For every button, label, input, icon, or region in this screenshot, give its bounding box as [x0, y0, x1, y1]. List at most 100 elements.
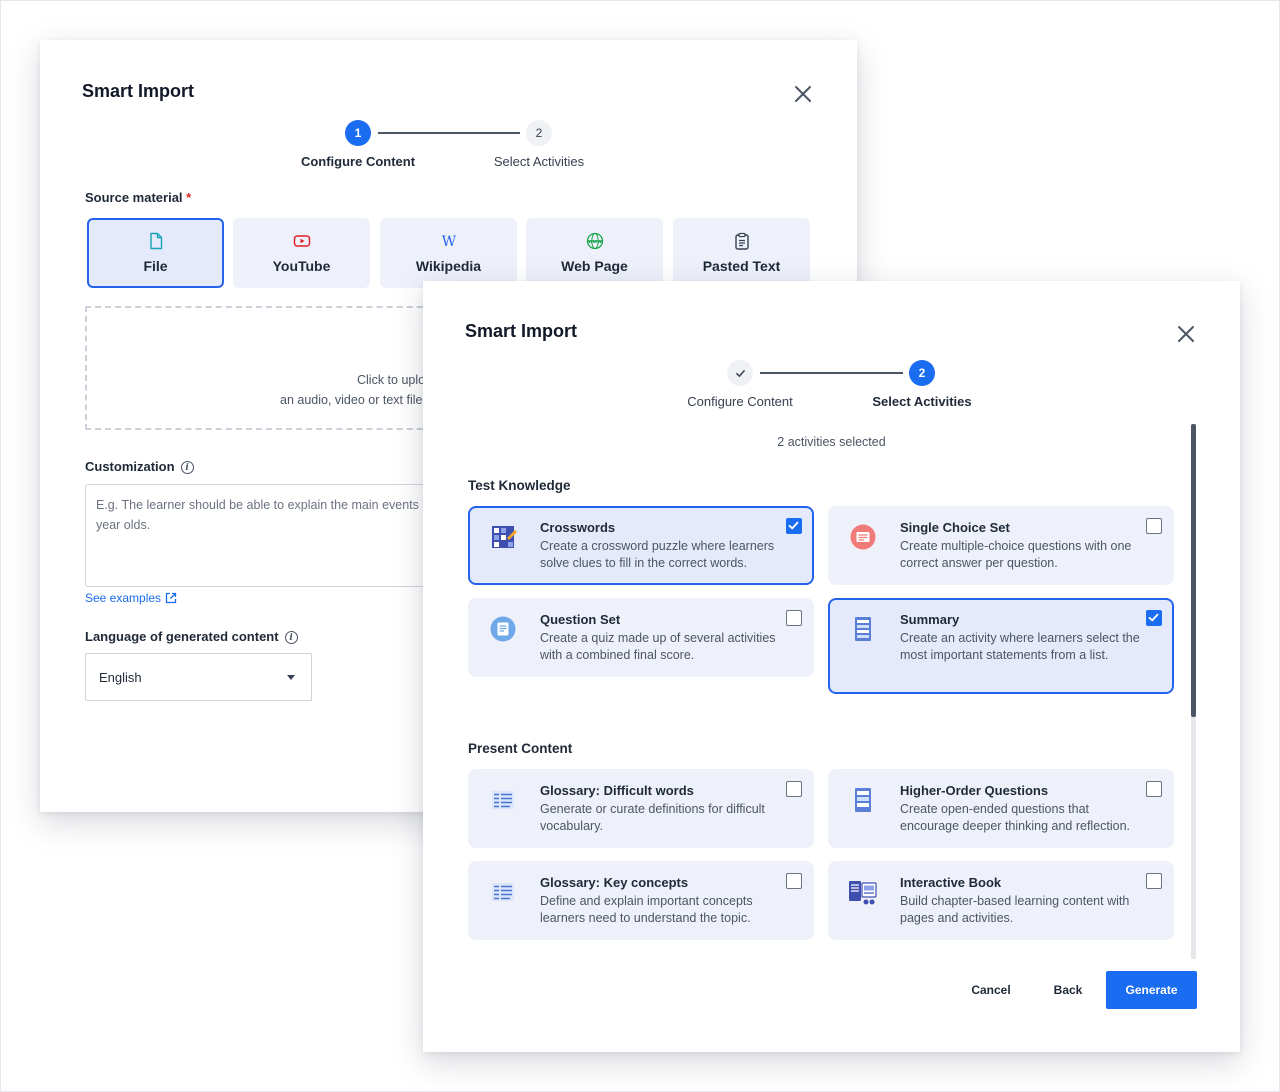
- activity-description: Create multiple-choice questions with on…: [900, 539, 1132, 570]
- clipboard-icon: [734, 232, 749, 250]
- close-icon: [1178, 326, 1194, 342]
- activity-description: Build chapter-based learning content wit…: [900, 894, 1130, 925]
- activity-checkbox[interactable]: [1146, 518, 1162, 534]
- see-examples-text: See examples: [85, 591, 162, 605]
- language-value: English: [99, 669, 142, 685]
- source-material-text: Source material: [85, 190, 183, 205]
- dropzone-hint: an audio, video or text file: [280, 393, 423, 407]
- source-wikipedia-tile[interactable]: W Wikipedia: [380, 218, 517, 288]
- activity-card-crosswords[interactable]: Crosswords Create a crossword puzzle whe…: [468, 506, 814, 585]
- info-icon[interactable]: i: [180, 461, 194, 475]
- step-2-label: Select Activities: [872, 394, 972, 409]
- source-material-label: Source material *: [85, 190, 191, 205]
- source-youtube-label: YouTube: [272, 258, 331, 274]
- step-1-circle[interactable]: 1: [345, 120, 371, 146]
- checkmark-icon: [1148, 613, 1159, 622]
- activity-description: Create a crossword puzzle where learners…: [540, 539, 775, 570]
- close-icon: [795, 86, 811, 102]
- step-connector: [378, 132, 520, 134]
- activity-card-single-choice-set[interactable]: Single Choice Set Create multiple-choice…: [828, 506, 1174, 585]
- close-button[interactable]: [1174, 322, 1198, 346]
- activity-title: Higher-Order Questions: [900, 783, 1049, 798]
- activity-card-interactive-book[interactable]: Interactive Book Build chapter-based lea…: [828, 861, 1174, 940]
- select-activities-dialog: Smart Import 2 Configure Content Select …: [423, 281, 1240, 1052]
- activity-title: Interactive Book: [900, 875, 1002, 890]
- activity-checkbox[interactable]: [786, 781, 802, 797]
- checkmark-icon: [788, 521, 799, 530]
- svg-text:www: www: [588, 239, 602, 245]
- crossword-icon: [492, 526, 517, 548]
- close-button[interactable]: [791, 82, 815, 106]
- generate-button[interactable]: Generate: [1106, 971, 1197, 1009]
- checkmark-icon: [735, 369, 745, 377]
- activity-checkbox[interactable]: [1146, 781, 1162, 797]
- cancel-button[interactable]: Cancel: [956, 971, 1026, 1009]
- youtube-icon: [293, 235, 310, 247]
- activity-checkbox[interactable]: [786, 610, 802, 626]
- chevron-down-icon: [287, 675, 295, 680]
- source-file-label: File: [143, 258, 168, 274]
- book-icon: [849, 881, 877, 905]
- activity-description: Define and explain important concepts le…: [540, 894, 753, 925]
- globe-icon: www: [586, 232, 603, 250]
- activity-checkbox[interactable]: [786, 873, 802, 889]
- language-label: Language of generated content i: [85, 629, 298, 645]
- single-choice-icon: [850, 524, 876, 550]
- source-youtube-tile[interactable]: YouTube: [233, 218, 370, 288]
- language-text: Language of generated content: [85, 629, 279, 644]
- step-connector: [760, 372, 903, 374]
- activity-title: Crosswords: [540, 520, 616, 535]
- source-webpage-tile[interactable]: www Web Page: [526, 218, 663, 288]
- svg-text:W: W: [441, 234, 456, 250]
- step-1-label: Configure Content: [300, 154, 416, 169]
- activity-description: Create open-ended questions that encoura…: [900, 802, 1131, 833]
- source-wikipedia-label: Wikipedia: [415, 258, 482, 274]
- back-button[interactable]: Back: [1035, 971, 1101, 1009]
- activity-title: Summary: [900, 612, 960, 627]
- wikipedia-icon: W: [441, 234, 456, 250]
- step-2-circle[interactable]: 2: [526, 120, 552, 146]
- customization-text: Customization: [85, 459, 175, 474]
- questions-doc-icon: [855, 788, 871, 812]
- activity-title: Question Set: [540, 612, 621, 627]
- glossary-icon: [492, 791, 514, 809]
- dialog-title: Smart Import: [82, 81, 195, 101]
- group-title-present-content: Present Content: [468, 741, 573, 756]
- activity-description: Create an activity where learners select…: [900, 631, 1140, 662]
- source-pasted-text-label: Pasted Text: [702, 258, 781, 274]
- question-set-icon: [490, 616, 516, 642]
- file-icon: [149, 232, 162, 250]
- activity-checkbox[interactable]: [1146, 610, 1162, 626]
- glossary-key-icon: [492, 883, 514, 901]
- source-pasted-text-tile[interactable]: Pasted Text: [673, 218, 810, 288]
- activity-checkbox[interactable]: [1146, 873, 1162, 889]
- step-1-complete[interactable]: [727, 360, 753, 386]
- step-2-circle[interactable]: 2: [909, 360, 935, 386]
- source-webpage-label: Web Page: [561, 258, 628, 274]
- language-info-icon[interactable]: i: [284, 631, 298, 645]
- source-file-tile[interactable]: File: [87, 218, 224, 288]
- activity-description: Create a quiz made up of several activit…: [540, 631, 776, 662]
- activity-card-question-set[interactable]: Question Set Create a quiz made up of se…: [468, 598, 814, 677]
- stepper: 2 Configure Content Select Activities: [423, 360, 1240, 420]
- step-2-label: Select Activities: [493, 154, 585, 169]
- step-1-label: Configure Content: [687, 394, 793, 409]
- see-examples-link[interactable]: See examples: [85, 591, 177, 605]
- activity-card-glossary-difficult-words[interactable]: Glossary: Difficult words Generate or cu…: [468, 769, 814, 848]
- activity-title: Glossary: Difficult words: [540, 783, 694, 798]
- activity-title: Glossary: Key concepts: [540, 875, 689, 890]
- activity-card-higher-order-questions[interactable]: Higher-Order Questions Create open-ended…: [828, 769, 1174, 848]
- scrollbar-thumb[interactable]: [1191, 424, 1196, 717]
- required-mark: *: [186, 190, 192, 205]
- activity-card-glossary-key-concepts[interactable]: Glossary: Key concepts Define and explai…: [468, 861, 814, 940]
- dropzone-prompt: Click to uplo: [357, 373, 426, 387]
- selected-count: 2 activities selected: [777, 435, 886, 449]
- activity-checkbox[interactable]: [786, 518, 802, 534]
- group-title-test-knowledge: Test Knowledge: [468, 478, 571, 493]
- activity-card-summary[interactable]: Summary Create an activity where learner…: [828, 598, 1174, 694]
- language-select[interactable]: English: [85, 653, 312, 701]
- customization-label: Customization i: [85, 459, 194, 475]
- summary-icon: [855, 617, 871, 641]
- stepper: 1 2 Configure Content Select Activities: [40, 120, 857, 180]
- dialog-title: Smart Import: [465, 321, 578, 341]
